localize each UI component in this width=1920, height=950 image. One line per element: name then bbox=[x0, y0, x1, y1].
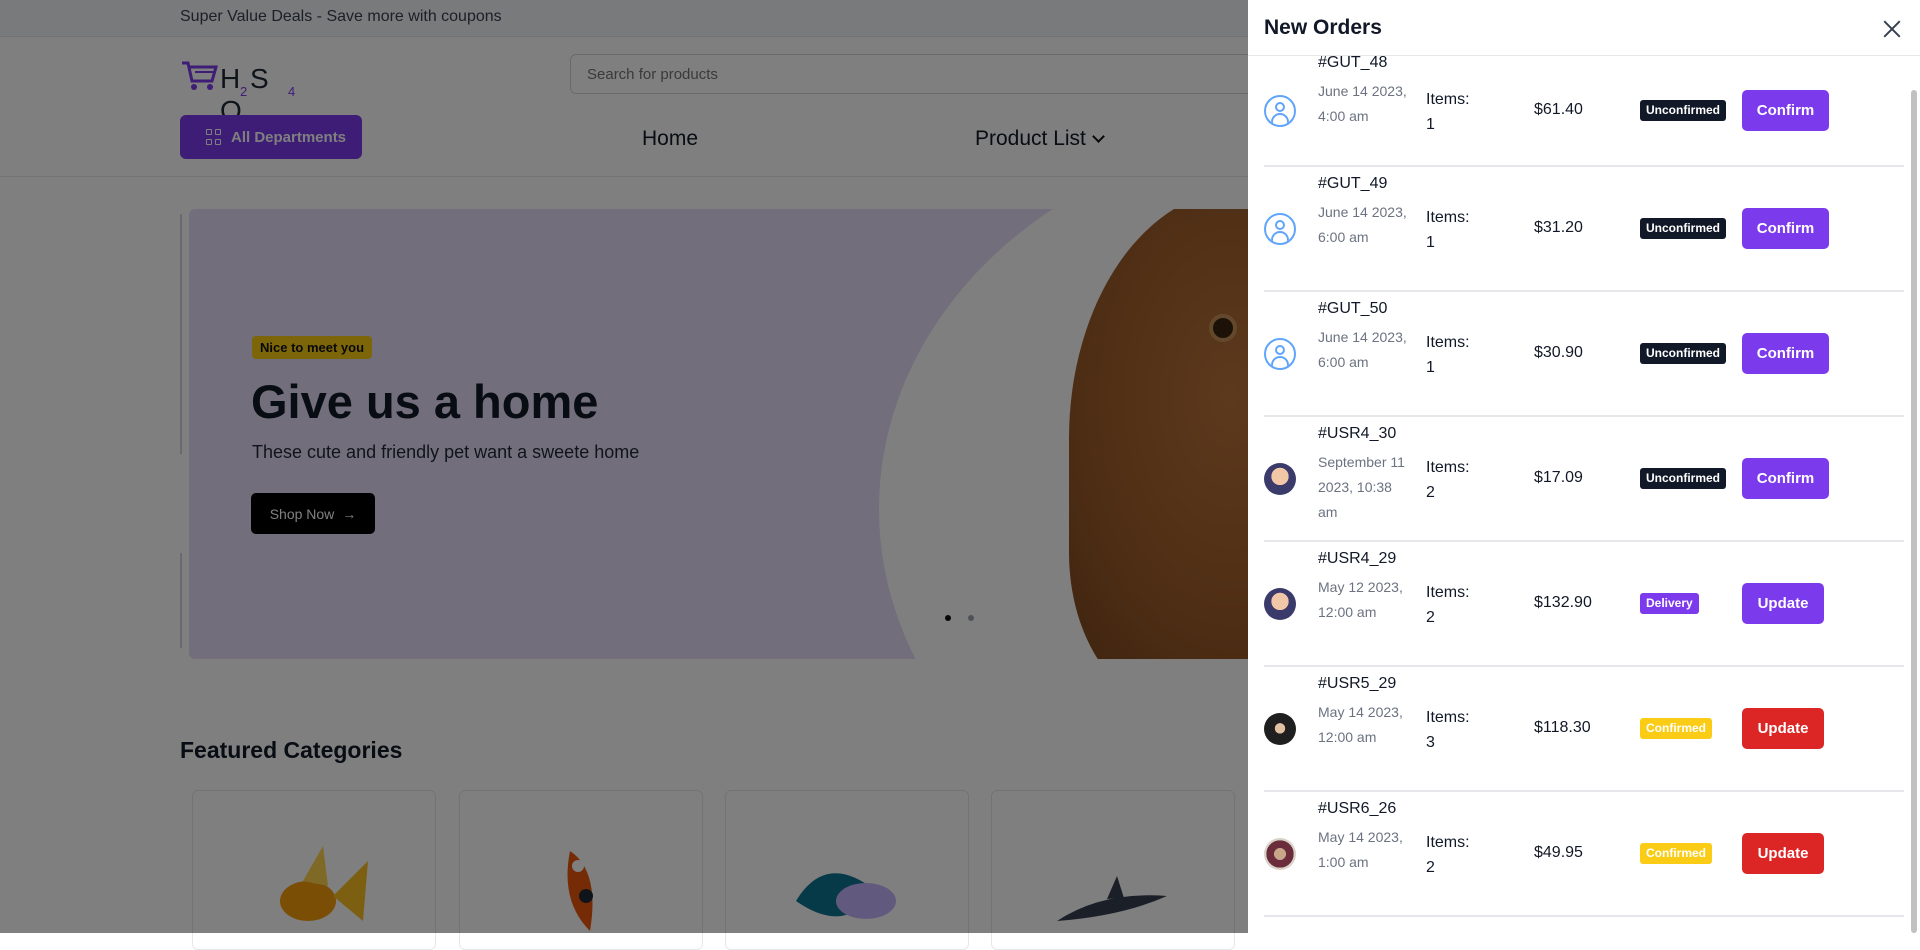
order-items: Items: 1 bbox=[1426, 87, 1486, 137]
order-id[interactable]: #USR6_26 bbox=[1318, 800, 1396, 818]
items-label: Items: bbox=[1426, 333, 1470, 351]
order-date: June 14 2023, 4:00 am bbox=[1318, 83, 1407, 124]
order-id[interactable]: #GUT_49 bbox=[1318, 175, 1387, 193]
new-orders-drawer: New Orders #GUT_48 June 14 2023, 4:00 am… bbox=[1248, 0, 1920, 933]
order-price: $17.09 bbox=[1534, 468, 1583, 486]
scrollbar-thumb[interactable] bbox=[1911, 90, 1917, 933]
items-count: 3 bbox=[1426, 733, 1435, 751]
status-badge: Confirmed bbox=[1640, 717, 1712, 739]
items-label: Items: bbox=[1426, 458, 1470, 476]
order-items: Items: 2 bbox=[1426, 455, 1486, 505]
items-label: Items: bbox=[1426, 208, 1470, 226]
items-count: 1 bbox=[1426, 233, 1435, 251]
drawer-title: New Orders bbox=[1264, 16, 1382, 39]
order-date: May 14 2023, 12:00 am bbox=[1318, 704, 1403, 745]
order-row: #USR4_30 September 11 2023, 10:38 am Ite… bbox=[1264, 417, 1904, 542]
user-avatar-icon bbox=[1264, 94, 1296, 127]
order-id[interactable]: #GUT_48 bbox=[1318, 54, 1387, 72]
order-price: $118.30 bbox=[1534, 718, 1591, 736]
user-avatar bbox=[1264, 837, 1296, 870]
order-id[interactable]: #GUT_50 bbox=[1318, 300, 1387, 318]
status-badge: Unconfirmed bbox=[1640, 342, 1727, 364]
confirm-button[interactable]: Confirm bbox=[1742, 207, 1829, 249]
order-items: Items: 2 bbox=[1426, 830, 1486, 880]
items-label: Items: bbox=[1426, 583, 1470, 601]
user-avatar bbox=[1264, 462, 1296, 495]
order-items: Items: 3 bbox=[1426, 705, 1486, 755]
order-id[interactable]: #USR4_30 bbox=[1318, 425, 1396, 443]
confirm-button[interactable]: Confirm bbox=[1742, 457, 1829, 499]
status-badge: Confirmed bbox=[1640, 842, 1712, 864]
order-date: June 14 2023, 6:00 am bbox=[1318, 329, 1407, 370]
order-id[interactable]: #USR4_29 bbox=[1318, 550, 1396, 568]
items-label: Items: bbox=[1426, 90, 1470, 108]
order-row: #GUT_49 June 14 2023, 6:00 am Items: 1 $3… bbox=[1264, 167, 1904, 292]
user-avatar bbox=[1264, 587, 1296, 620]
update-button[interactable]: Update bbox=[1742, 582, 1824, 624]
order-price: $31.20 bbox=[1534, 218, 1583, 236]
order-row: #GUT_48 June 14 2023, 4:00 am Items: 1 $6… bbox=[1264, 54, 1904, 167]
order-row: #USR4_29 May 12 2023, 12:00 am Items: 2 $… bbox=[1264, 542, 1904, 667]
order-date: June 14 2023, 6:00 am bbox=[1318, 204, 1407, 245]
order-date: May 12 2023, 12:00 am bbox=[1318, 579, 1403, 620]
order-row: #USR6_26 May 14 2023, 1:00 am Items: 2 $4… bbox=[1264, 792, 1904, 917]
user-avatar-icon bbox=[1264, 212, 1296, 245]
status-badge: Delivery bbox=[1640, 592, 1699, 614]
order-row: #USR5_29 May 14 2023, 12:00 am Items: 3 $… bbox=[1264, 667, 1904, 792]
order-price: $49.95 bbox=[1534, 843, 1583, 861]
items-count: 1 bbox=[1426, 358, 1435, 376]
order-date: May 14 2023, 1:00 am bbox=[1318, 829, 1403, 870]
update-button[interactable]: Update bbox=[1742, 832, 1824, 874]
order-price: $30.90 bbox=[1534, 343, 1583, 361]
update-button[interactable]: Update bbox=[1742, 707, 1824, 749]
items-label: Items: bbox=[1426, 833, 1470, 851]
order-items: Items: 1 bbox=[1426, 205, 1486, 255]
confirm-button[interactable]: Confirm bbox=[1742, 332, 1829, 374]
items-count: 2 bbox=[1426, 858, 1435, 876]
confirm-button[interactable]: Confirm bbox=[1742, 89, 1829, 131]
user-avatar bbox=[1264, 712, 1296, 745]
drawer-header: New Orders bbox=[1248, 0, 1920, 56]
items-label: Items: bbox=[1426, 708, 1470, 726]
items-count: 2 bbox=[1426, 483, 1435, 501]
status-badge: Unconfirmed bbox=[1640, 467, 1727, 489]
orders-list: #GUT_48 June 14 2023, 4:00 am Items: 1 $6… bbox=[1264, 54, 1904, 917]
order-price: $132.90 bbox=[1534, 593, 1592, 611]
user-avatar-icon bbox=[1264, 337, 1296, 370]
order-items: Items: 2 bbox=[1426, 580, 1486, 630]
order-items: Items: 1 bbox=[1426, 330, 1486, 380]
items-count: 1 bbox=[1426, 115, 1435, 133]
order-price: $61.40 bbox=[1534, 100, 1583, 118]
order-id[interactable]: #USR5_29 bbox=[1318, 675, 1396, 693]
status-badge: Unconfirmed bbox=[1640, 99, 1727, 121]
order-row: #GUT_50 June 14 2023, 6:00 am Items: 1 $3… bbox=[1264, 292, 1904, 417]
status-badge: Unconfirmed bbox=[1640, 217, 1727, 239]
items-count: 2 bbox=[1426, 608, 1435, 626]
close-icon[interactable] bbox=[1882, 19, 1902, 39]
order-date: September 11 2023, 10:38 am bbox=[1318, 454, 1405, 520]
